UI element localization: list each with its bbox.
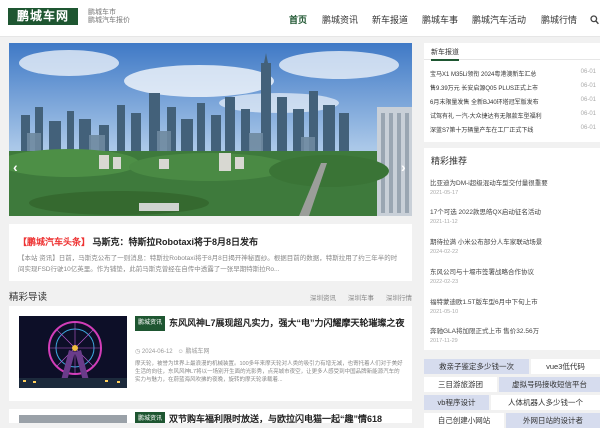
article-title-text[interactable]: 东风风神L7展现超凡实力，强大“电”力闪耀摩天轮璀璨之夜 (169, 318, 405, 328)
news-title[interactable]: 售9.39万元 长安启源Q05 PLUS正式上市 (430, 86, 538, 92)
ferris-wheel-image (19, 316, 127, 388)
news-date: 06-01 (580, 83, 596, 89)
nav-new-car-reports[interactable]: 新车报道 (372, 13, 408, 26)
city-skyline-image (9, 43, 412, 216)
recommend-date: 2021-11-12 (430, 219, 458, 225)
article-description: 摩天轮，被誉为世界上最浪漫的机械装置。100多年来摩天轮对人类的吸引力有增无减，… (135, 361, 403, 383)
site-header: 鹏城车网 鹏城车市 鹏城汽车报价 首页 鹏城资讯 新车报道 鹏城车事 鹏城汽车活… (0, 0, 600, 37)
headline-tag: 【鹏城汽车头条】 (18, 237, 91, 247)
user-icon: ☺ (177, 349, 184, 355)
hero-slider[interactable]: ‹ › (9, 43, 412, 216)
featured-title-link[interactable]: 马斯克：特斯拉Robotaxi将于8月8日发布 (93, 237, 259, 247)
news-box-tab[interactable]: 新车报道 (431, 47, 459, 61)
tab-shenzhen-car-affairs[interactable]: 深圳车事 (348, 292, 374, 302)
news-list-item[interactable]: 宝马X1 M35Li领衔 2024粤港澳新车汇总 06-01 (430, 69, 596, 78)
tab-shenzhen-news[interactable]: 深圳资讯 (310, 292, 336, 302)
ad-link[interactable]: 三目游旅游团 (424, 377, 497, 392)
recommend-box: 精彩推荐 比亚迪为DM-i超级混动车型交付量很重要 2021-05-17 17个可… (424, 148, 600, 350)
article-meta: ◷ 2024-06-12 ☺ 鹏城车网 (135, 346, 209, 355)
featured-headline: 【鹏城汽车头条】 马斯克：特斯拉Robotaxi将于8月8日发布 【本站 资讯】… (9, 224, 412, 281)
recommend-date: 2017-11-29 (430, 338, 458, 344)
recommend-item[interactable]: 17个可选 2022款思皓QX启动征名活动 2021-11-12 (430, 206, 541, 225)
clock-icon: ◷ (135, 349, 141, 355)
guide-heading: 精彩导读 (9, 292, 48, 303)
news-date: 06-01 (580, 69, 596, 75)
news-list-item[interactable]: 深蓝S7第十万辆量产车在工厂正式下线 06-01 (430, 125, 596, 134)
article-date: 2024-06-12 (141, 349, 173, 355)
recommend-title[interactable]: 奔驰GLA将加限正式上市 售价32.56万 (430, 328, 539, 335)
category-badge[interactable]: 鹏城资讯 (135, 316, 166, 331)
recommend-date: 2024-02-22 (430, 249, 459, 255)
ad-link[interactable]: 外网日站的设计者 (506, 413, 600, 428)
article-card[interactable]: 鹏城资讯 东风风神L7展现超凡实力，强大“电”力闪耀摩天轮璀璨之夜 ◷ 2024-… (9, 306, 412, 401)
nav-pengcheng-car-affairs[interactable]: 鹏城车事 (422, 13, 458, 26)
recommend-title[interactable]: 期待拉满 小米公布部分人车家联动场景 (430, 239, 542, 246)
news-title[interactable]: 宝马X1 M35Li领衔 2024粤港澳新车汇总 (430, 72, 536, 78)
recommend-title[interactable]: 东风公司与十堰市签署战略合作协议 (430, 269, 534, 276)
ad-link[interactable]: 虚拟号码接收短信平台 (499, 377, 600, 392)
tab-shenzhen-market[interactable]: 深圳行情 (386, 292, 412, 302)
recommend-item[interactable]: 比亚迪为DM-i超级混动车型交付量很重要 2021-05-17 (430, 177, 548, 196)
recommend-heading: 精彩推荐 (431, 156, 468, 166)
recommend-date: 2021-05-17 (430, 190, 459, 196)
ad-link[interactable]: 自己创建小网站 (424, 413, 504, 428)
nav-car-events[interactable]: 鹏城汽车活动 (472, 13, 526, 26)
featured-description: 【本站 资讯】日前，马斯克公布了一则消息：特斯拉Robotaxi将于8月8日揭开… (18, 255, 398, 273)
slider-next-button[interactable]: › (401, 159, 406, 175)
new-car-news-box: 新车报道 宝马X1 M35Li领衔 2024粤港澳新车汇总 06-01 售9.39… (424, 43, 600, 142)
site-logo[interactable]: 鹏城车网 (8, 8, 78, 25)
ad-link[interactable]: 人体机器人多少钱一个 (491, 395, 600, 410)
ad-link[interactable]: vue3低代码 (531, 359, 600, 374)
recommend-date: 2022-02-23 (430, 279, 459, 285)
recommend-item[interactable]: 期待拉满 小米公布部分人车家联动场景 2024-02-22 (430, 236, 542, 255)
article-title-text[interactable]: 双节购车福利限时放送，与欧拉闪电猫一起“趣”情618 (169, 414, 382, 423)
ad-link[interactable]: vb程序设计 (424, 395, 489, 410)
search-icon[interactable] (590, 12, 599, 25)
news-date: 06-01 (580, 97, 596, 103)
article-thumbnail[interactable] (19, 415, 127, 423)
recommend-title[interactable]: 福特蒙迪欧1.5T版车型6月中下旬上市 (430, 299, 538, 306)
news-date: 06-01 (580, 111, 596, 117)
tagline-line1: 鹏城车市 (88, 9, 116, 16)
tagline-line2: 鹏城汽车报价 (88, 17, 130, 24)
nav-market[interactable]: 鹏城行情 (541, 13, 577, 26)
article-title[interactable]: 鹏城资讯 双节购车福利限时放送，与欧拉闪电猫一起“趣”情618 (135, 412, 405, 423)
guide-section-header: 精彩导读 深圳资讯 深圳车事 深圳行情 (9, 289, 412, 303)
recommend-title[interactable]: 比亚迪为DM-i超级混动车型交付量很重要 (430, 180, 548, 187)
news-title[interactable]: 试驾有礼 一汽-大众捷达有无限款车型福利 (430, 114, 542, 120)
nav-pengcheng-news[interactable]: 鹏城资讯 (322, 13, 358, 26)
news-title[interactable]: 6月末限量发售 全新BJ40环塔冠军版发布 (430, 100, 539, 106)
recommend-item[interactable]: 福特蒙迪欧1.5T版车型6月中下旬上市 2021-05-10 (430, 296, 538, 315)
recommend-title[interactable]: 17个可选 2022款思皓QX启动征名活动 (430, 209, 541, 216)
recommend-item[interactable]: 东风公司与十堰市签署战略合作协议 2022-02-23 (430, 266, 534, 285)
article-title[interactable]: 鹏城资讯 东风风神L7展现超凡实力，强大“电”力闪耀摩天轮璀璨之夜 (135, 316, 405, 331)
category-badge[interactable]: 鹏城资讯 (135, 412, 166, 423)
article-thumbnail[interactable] (19, 316, 127, 388)
news-list-item[interactable]: 试驾有礼 一汽-大众捷达有无限款车型福利 06-01 (430, 111, 596, 120)
site-tagline: 鹏城车市 鹏城汽车报价 (88, 9, 130, 25)
nav-home[interactable]: 首页 (289, 13, 307, 26)
news-date: 06-01 (580, 125, 596, 131)
article-author: 鹏城车网 (185, 349, 210, 355)
ad-link[interactable]: 救亲子鉴定多少钱一次 (424, 359, 529, 374)
recommend-date: 2021-05-10 (430, 309, 459, 315)
article-card[interactable]: 鹏城资讯 双节购车福利限时放送，与欧拉闪电猫一起“趣”情618 (9, 409, 412, 423)
news-list-item[interactable]: 6月末限量发售 全新BJ40环塔冠军版发布 06-01 (430, 97, 596, 106)
news-list-item[interactable]: 售9.39万元 长安启源Q05 PLUS正式上市 06-01 (430, 83, 596, 92)
news-title[interactable]: 深蓝S7第十万辆量产车在工厂正式下线 (430, 128, 533, 134)
slider-prev-button[interactable]: ‹ (13, 159, 18, 175)
recommend-item[interactable]: 奔驰GLA将加限正式上市 售价32.56万 2017-11-29 (430, 325, 539, 344)
